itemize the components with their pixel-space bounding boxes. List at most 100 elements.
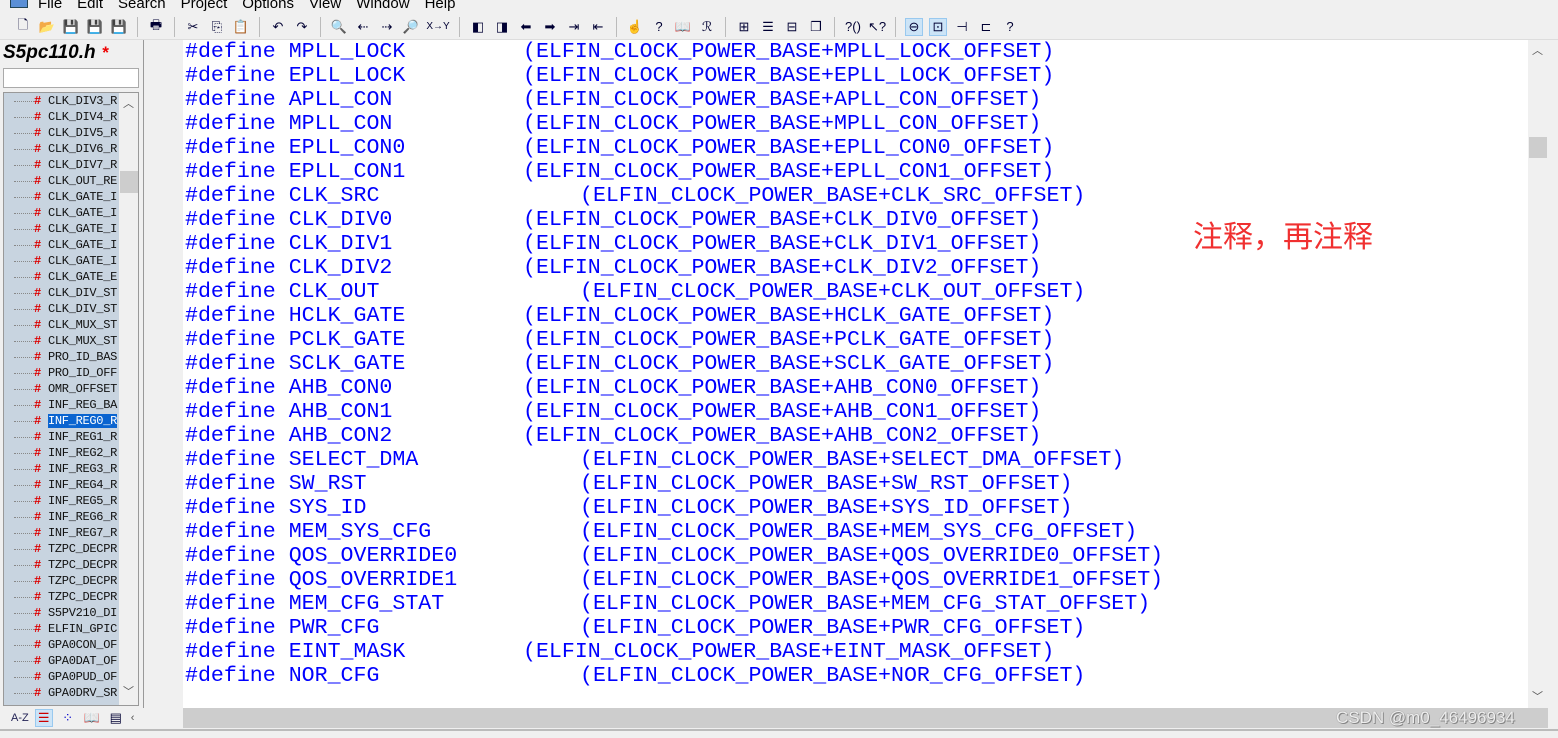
cut-icon[interactable]: ✂ xyxy=(184,18,202,36)
list-icon[interactable]: ☰ xyxy=(759,18,777,36)
scrollbar-thumb[interactable] xyxy=(120,171,138,193)
redo-icon[interactable]: ↷ xyxy=(293,18,311,36)
symbol-label: GPA0CON_OF xyxy=(48,638,118,652)
symbol-window-icon[interactable]: ℛ xyxy=(698,18,716,36)
symbol-item[interactable]: # GPA0PUD_OF xyxy=(4,669,119,685)
symbol-item[interactable]: # TZPC_DECPR xyxy=(4,541,119,557)
whats-this-icon[interactable]: ↖? xyxy=(868,18,886,36)
split-icon[interactable]: ⊟ xyxy=(783,18,801,36)
undo-icon[interactable]: ↶ xyxy=(269,18,287,36)
tile-icon[interactable]: ⊞ xyxy=(735,18,753,36)
symbol-item[interactable]: # CLK_DIV_ST xyxy=(4,285,119,301)
bookmark-next-icon[interactable]: ◨ xyxy=(493,18,511,36)
scroll-up-icon[interactable]: ︿ xyxy=(123,95,134,111)
symbol-item[interactable]: # INF_REG4_R xyxy=(4,477,119,493)
replace-icon[interactable]: X→Y xyxy=(426,18,450,36)
symbol-item[interactable]: # CLK_DIV7_R xyxy=(4,157,119,173)
symbol-item[interactable]: # TZPC_DECPR xyxy=(4,573,119,589)
menu-options[interactable]: Options xyxy=(242,0,294,12)
symbol-item[interactable]: # INF_REG6_R xyxy=(4,509,119,525)
symbol-item[interactable]: # INF_REG5_R xyxy=(4,493,119,509)
indent-icon[interactable]: ⇥ xyxy=(565,18,583,36)
scroll-up-icon[interactable]: ︿ xyxy=(1532,42,1543,58)
find-next-icon[interactable]: ⇢ xyxy=(378,18,396,36)
symbol-item[interactable]: # PRO_ID_BAS xyxy=(4,349,119,365)
book-icon[interactable]: 📖 xyxy=(83,709,101,727)
symbol-item[interactable]: # OMR_OFFSET xyxy=(4,381,119,397)
symbol-item[interactable]: # S5PV210_DI xyxy=(4,605,119,621)
symbol-item[interactable]: # CLK_GATE_I xyxy=(4,253,119,269)
symbol-item[interactable]: # INF_REG3_R xyxy=(4,461,119,477)
toggle-2-icon[interactable]: ⊡ xyxy=(929,17,947,36)
help-bracket-icon[interactable]: ?() xyxy=(844,18,862,36)
manual-icon[interactable]: 📖 xyxy=(674,18,692,36)
menu-edit[interactable]: Edit xyxy=(77,0,103,12)
symbol-item[interactable]: # CLK_OUT_RE xyxy=(4,173,119,189)
symbol-item[interactable]: # ELFIN_GPIC xyxy=(4,621,119,637)
symbol-item[interactable]: # INF_REG2_R xyxy=(4,445,119,461)
save-icon[interactable]: 💾 xyxy=(62,18,80,36)
symbol-item[interactable]: # TZPC_DECPR xyxy=(4,557,119,573)
print-icon[interactable]: 🖶 xyxy=(147,17,165,36)
symbol-item[interactable]: # GPA0CON_OF xyxy=(4,637,119,653)
symbol-item[interactable]: # INF_REG_BA xyxy=(4,397,119,413)
symbol-item[interactable]: # TZPC_DECPR xyxy=(4,589,119,605)
editor-vertical-scrollbar[interactable]: ︿ ﹀ xyxy=(1528,40,1548,708)
sort-az-button[interactable]: A-Z xyxy=(11,712,29,724)
symbol-item[interactable]: # CLK_MUX_ST xyxy=(4,317,119,333)
scroll-down-icon[interactable]: ﹀ xyxy=(1532,688,1543,704)
symbol-item[interactable]: # CLK_MUX_ST xyxy=(4,333,119,349)
outdent-icon[interactable]: ⇤ xyxy=(589,18,607,36)
find-in-files-icon[interactable]: 🔎 xyxy=(402,18,420,36)
scroll-down-icon[interactable]: ﹀ xyxy=(123,683,134,699)
new-file-icon[interactable]: 🗋 xyxy=(14,17,32,36)
symbol-item[interactable]: # CLK_DIV5_R xyxy=(4,125,119,141)
symbol-item[interactable]: # CLK_DIV3_R xyxy=(4,93,119,109)
copy-icon[interactable]: ⎘ xyxy=(208,18,226,36)
forward-icon[interactable]: ➡ xyxy=(541,18,559,36)
menu-window[interactable]: Window xyxy=(356,0,409,12)
cascade-icon[interactable]: ❐ xyxy=(807,18,825,36)
menu-project[interactable]: Project xyxy=(181,0,228,12)
symbol-search-input[interactable] xyxy=(3,68,139,88)
symbol-item[interactable]: # INF_REG7_R xyxy=(4,525,119,541)
relation-icon[interactable]: ⊣ xyxy=(953,18,971,36)
find-prev-icon[interactable]: ⇠ xyxy=(354,18,372,36)
tree-icon[interactable]: ⊏ xyxy=(977,18,995,36)
symbol-item[interactable]: # PRO_ID_OFF xyxy=(4,365,119,381)
symbol-item[interactable]: # CLK_GATE_E xyxy=(4,269,119,285)
menu-help[interactable]: Help xyxy=(425,0,456,12)
menu-search[interactable]: Search xyxy=(118,0,166,12)
list-view-icon[interactable]: ☰ xyxy=(34,709,53,727)
symbol-item[interactable]: # CLK_GATE_I xyxy=(4,205,119,221)
find-icon[interactable]: 🔍 xyxy=(330,18,348,36)
open-icon[interactable]: 📂 xyxy=(38,18,56,36)
code-editor[interactable]: #define MPLL_LOCK (ELFIN_CLOCK_POWER_BASE… xyxy=(183,40,1528,708)
symbol-list-scrollbar[interactable]: ︿ ﹀ xyxy=(119,93,138,705)
menu-view[interactable]: View xyxy=(309,0,341,12)
symbol-item[interactable]: # INF_REG1_R xyxy=(4,429,119,445)
help-context-icon[interactable]: ? xyxy=(650,18,668,36)
lookup-reference-icon[interactable]: ☝ xyxy=(626,18,644,36)
menu-file[interactable]: File xyxy=(38,0,62,12)
symbol-item[interactable]: # INF_REG0_R xyxy=(4,413,119,429)
symbol-item[interactable]: # CLK_DIV_ST xyxy=(4,301,119,317)
paste-icon[interactable]: 📋 xyxy=(232,18,250,36)
symbol-item[interactable]: # CLK_GATE_I xyxy=(4,189,119,205)
back-icon[interactable]: ⬅ xyxy=(517,18,535,36)
symbol-types-icon[interactable]: ⁘ xyxy=(59,709,77,727)
scrollbar-thumb[interactable] xyxy=(1529,137,1547,158)
save-as-icon[interactable]: 💾 xyxy=(86,18,104,36)
help-icon[interactable]: ? xyxy=(1001,18,1019,36)
toggle-1-icon[interactable]: ⊖ xyxy=(905,17,923,36)
symbol-item[interactable]: # CLK_GATE_I xyxy=(4,221,119,237)
symbol-item[interactable]: # CLK_DIV6_R xyxy=(4,141,119,157)
save-all-icon[interactable]: 💾 xyxy=(110,18,128,36)
symbol-item[interactable]: # GPA0DAT_OF xyxy=(4,653,119,669)
symbol-item[interactable]: # GPA0DRV_SR xyxy=(4,685,119,701)
properties-icon[interactable]: ▤ xyxy=(107,709,125,727)
scroll-left-icon[interactable]: ‹ xyxy=(131,712,135,724)
symbol-item[interactable]: # CLK_DIV4_R xyxy=(4,109,119,125)
symbol-item[interactable]: # CLK_GATE_I xyxy=(4,237,119,253)
bookmark-prev-icon[interactable]: ◧ xyxy=(469,18,487,36)
